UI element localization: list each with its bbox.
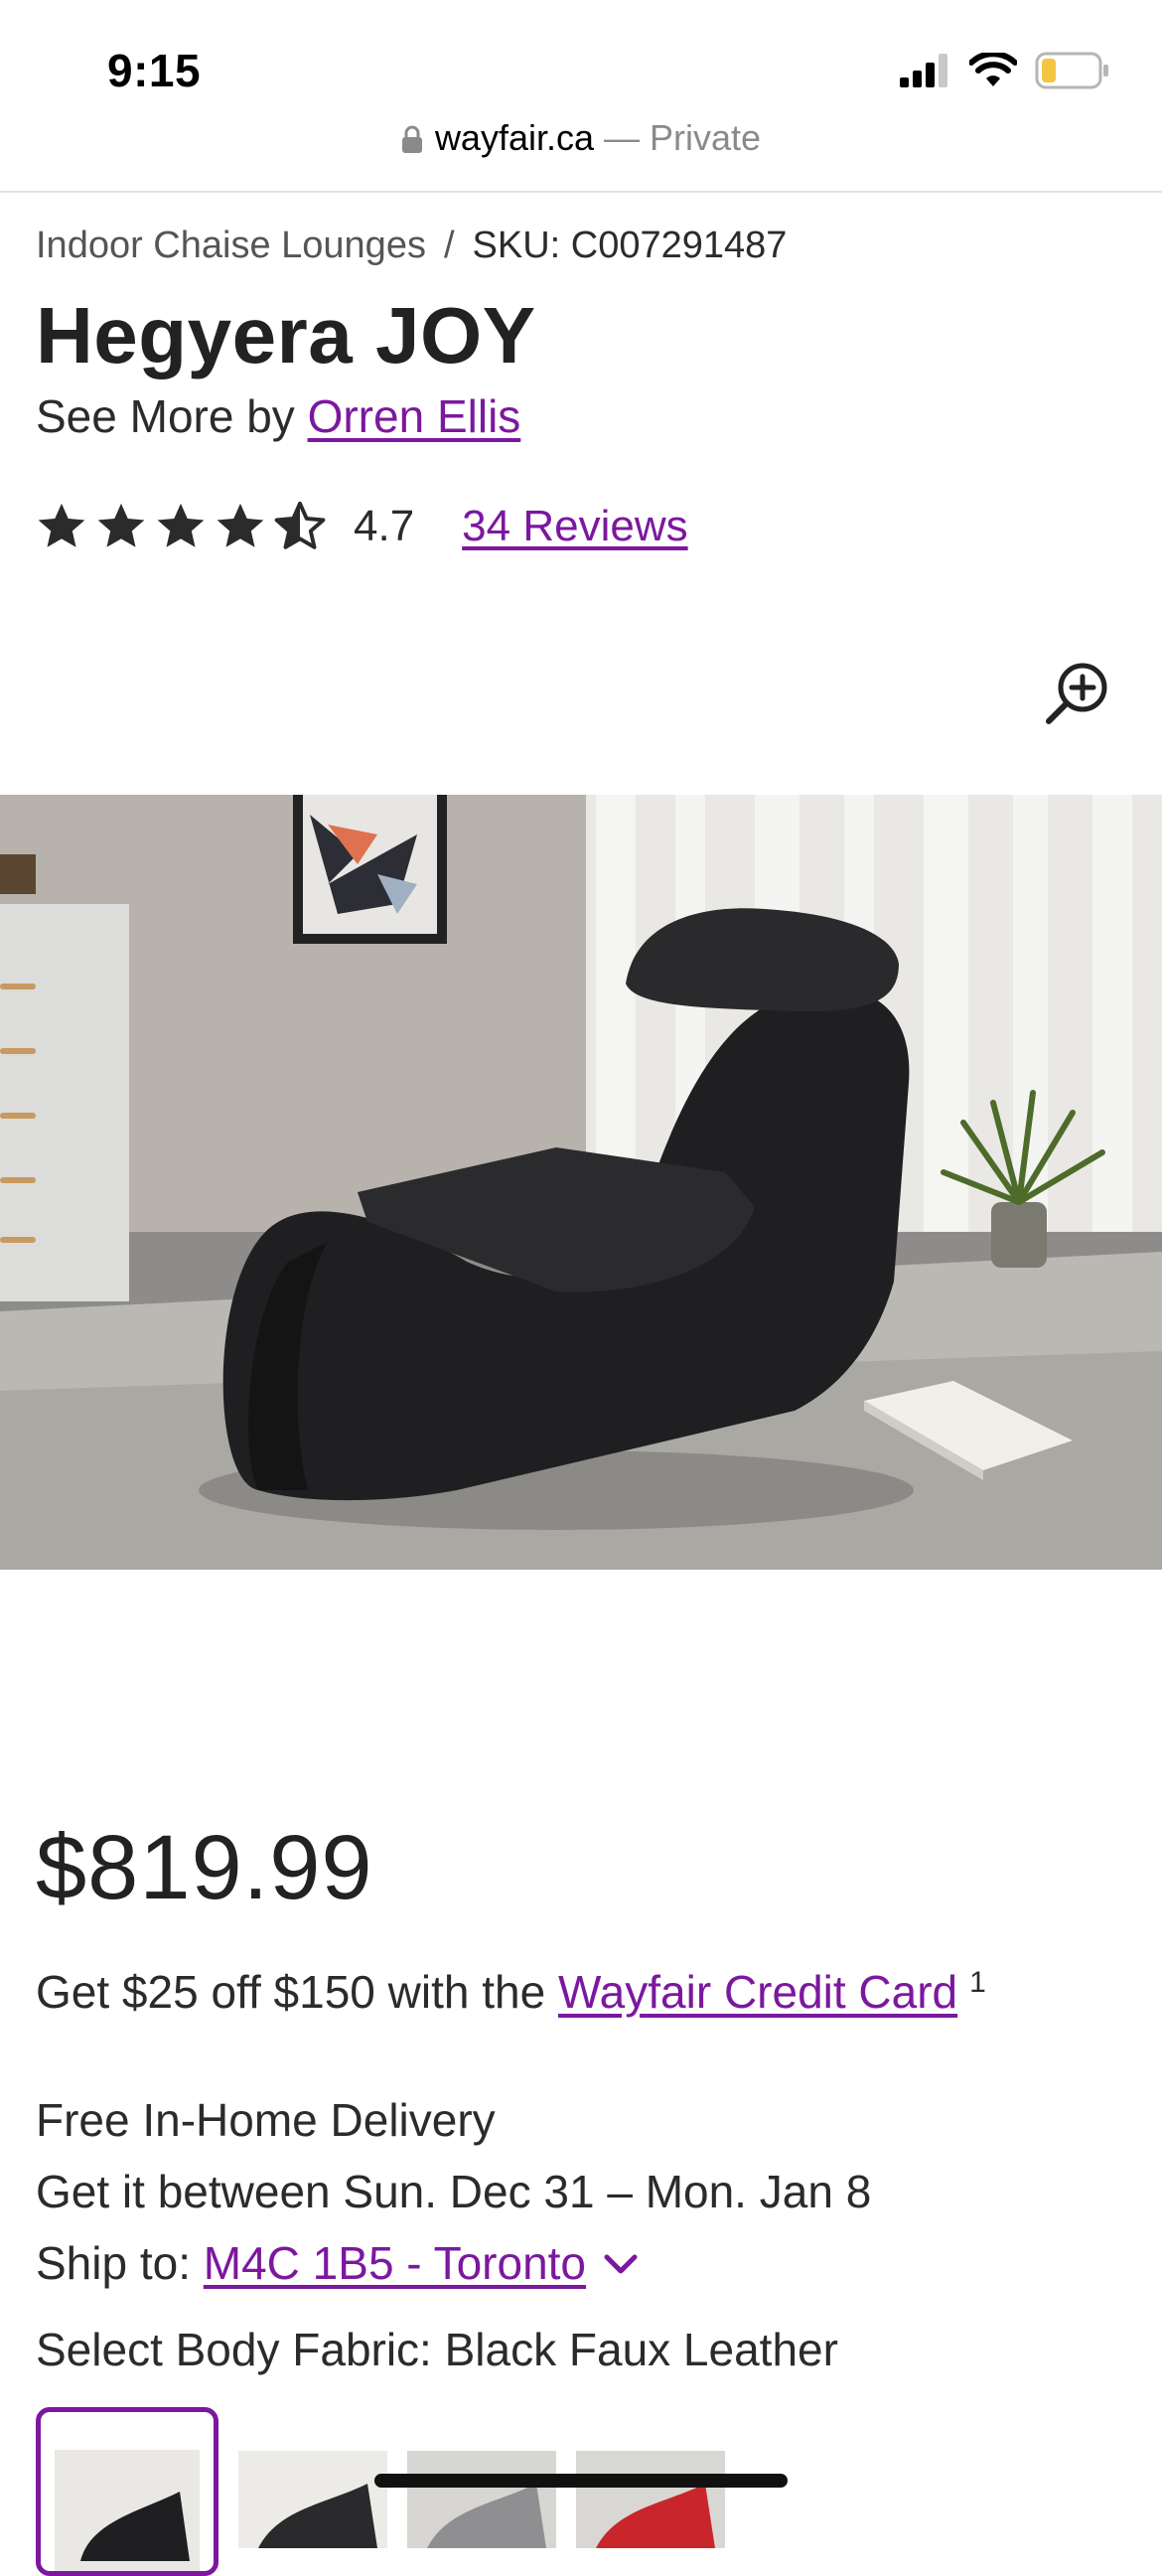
- zoom-in-icon[interactable]: [1045, 660, 1110, 725]
- half-star-icon: [274, 502, 326, 549]
- rating-row: 4.7 34 Reviews: [36, 502, 688, 551]
- swatch-black-alt[interactable]: [238, 2409, 387, 2548]
- url-bar[interactable]: wayfair.ca — Private: [0, 117, 1162, 159]
- delivery-type: Free In-Home Delivery: [36, 2094, 496, 2146]
- reviews-link[interactable]: 34 Reviews: [462, 502, 687, 551]
- signal-icon: [900, 54, 947, 87]
- home-indicator[interactable]: [374, 2474, 788, 2488]
- product-title: Hegyera JOY: [36, 291, 536, 379]
- see-more-by: See More by Orren Ellis: [36, 389, 520, 443]
- delivery-info: Free In-Home Delivery Get it between Sun…: [36, 2084, 871, 2299]
- star-icon: [217, 503, 264, 547]
- delivery-window: Get it between Sun. Dec 31 – Mon. Jan 8: [36, 2166, 872, 2217]
- breadcrumb-category-link[interactable]: Indoor Chaise Lounges: [36, 225, 426, 266]
- promo-footnote: 1: [969, 1965, 986, 1999]
- url-domain: wayfair.ca: [434, 117, 595, 158]
- lock-icon: [401, 125, 422, 153]
- star-rating: [36, 502, 326, 551]
- status-icons: [900, 52, 1110, 89]
- fabric-swatches: [36, 2407, 725, 2576]
- ship-to-row: Ship to: M4C 1B5 - Toronto: [36, 2227, 871, 2299]
- header-divider: [0, 191, 1162, 193]
- star-icon: [38, 503, 85, 547]
- brand-link[interactable]: Orren Ellis: [308, 390, 521, 442]
- chevron-down-icon[interactable]: [604, 2253, 638, 2275]
- ship-location-link[interactable]: M4C 1B5 - Toronto: [204, 2237, 586, 2289]
- swatch-black[interactable]: [36, 2407, 218, 2576]
- ship-to-label: Ship to:: [36, 2237, 204, 2289]
- product-price: $819.99: [36, 1817, 373, 1918]
- credit-card-link[interactable]: Wayfair Credit Card: [558, 1966, 957, 2018]
- star-icon: [157, 503, 205, 547]
- breadcrumb-separator: /: [443, 225, 455, 266]
- sku-label: SKU: C007291487: [472, 225, 788, 266]
- star-icon: [97, 503, 145, 547]
- status-bar: 9:15 wayfair.ca — Private: [0, 0, 1162, 158]
- battery-icon: [1035, 52, 1108, 89]
- product-image[interactable]: [0, 795, 1162, 1570]
- rating-value: 4.7: [354, 502, 415, 550]
- status-time: 9:15: [107, 45, 202, 96]
- private-label: — Private: [594, 117, 762, 158]
- promo-text: Get $25 off $150 with the: [36, 1966, 558, 2018]
- see-more-prefix: See More by: [36, 390, 308, 442]
- fabric-selector-label: Select Body Fabric: Black Faux Leather: [36, 2324, 838, 2375]
- breadcrumb: Indoor Chaise Lounges / SKU: C007291487: [36, 225, 787, 267]
- wifi-icon: [969, 53, 1017, 86]
- credit-card-promo: Get $25 off $150 with the Wayfair Credit…: [36, 1965, 986, 2019]
